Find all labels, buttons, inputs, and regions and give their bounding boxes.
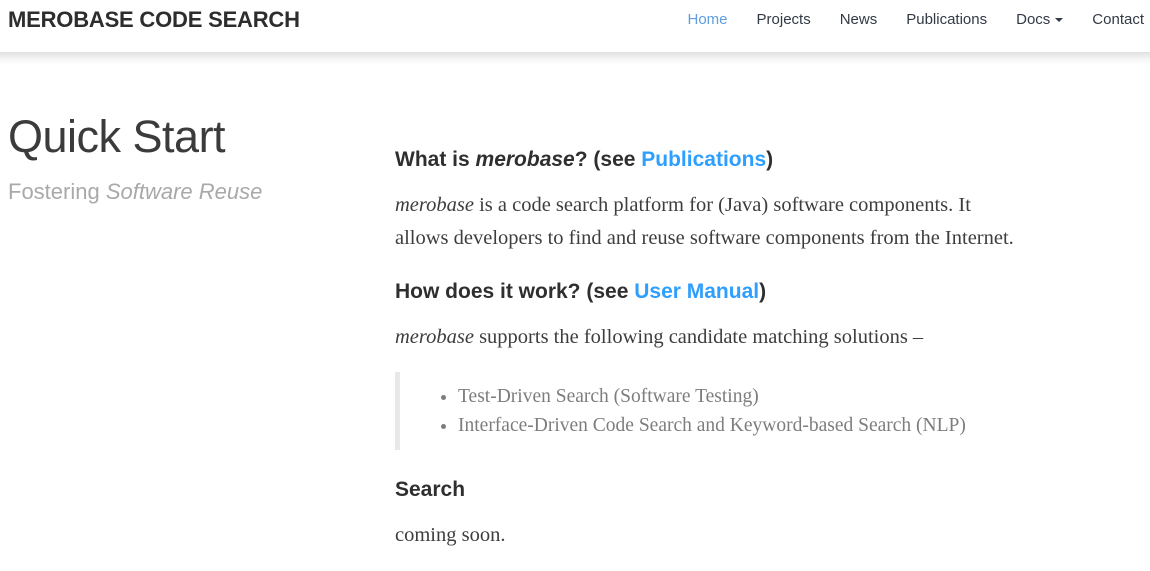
heading-text: ) bbox=[766, 148, 774, 171]
nav-docs-dropdown[interactable]: Docs bbox=[1016, 10, 1064, 30]
page-tagline: Fostering Software Reuse bbox=[8, 178, 395, 206]
how-it-works-paragraph: merobase supports the following candidat… bbox=[395, 321, 1148, 354]
heading-text: ) bbox=[759, 280, 767, 303]
main-nav: Home Projects News Publications Docs Con… bbox=[659, 7, 1145, 30]
brand-title[interactable]: MEROBASE CODE SEARCH bbox=[8, 7, 300, 33]
tagline-emphasis: Software Reuse bbox=[105, 178, 263, 204]
nav-contact[interactable]: Contact bbox=[1092, 10, 1144, 30]
top-navbar: MEROBASE CODE SEARCH Home Projects News … bbox=[0, 0, 1150, 52]
heading-emphasis: merobase bbox=[475, 148, 575, 171]
page-title: Quick Start bbox=[8, 111, 226, 162]
left-column: Quick Start Fostering Software Reuse bbox=[8, 111, 395, 552]
paragraph-text: allows developers to find and reuse soft… bbox=[395, 227, 1014, 249]
caret-down-icon bbox=[1055, 18, 1064, 22]
heading-text: ? (see bbox=[574, 148, 642, 171]
nav-projects[interactable]: Projects bbox=[757, 10, 811, 30]
nav-news[interactable]: News bbox=[840, 10, 878, 30]
coming-soon-text: coming soon. bbox=[395, 524, 506, 546]
search-heading: Search bbox=[395, 478, 466, 501]
list-item: Interface-Driven Code Search and Keyword… bbox=[458, 411, 1128, 440]
what-is-heading: What is merobase? (see Publications) bbox=[395, 147, 1148, 173]
merobase-emphasis: merobase bbox=[395, 326, 474, 348]
matching-solutions-quote: Test-Driven Search (Software Testing) In… bbox=[395, 372, 1148, 450]
right-column: What is merobase? (see Publications) mer… bbox=[395, 113, 1150, 552]
heading-text: What is bbox=[395, 148, 476, 171]
page-content: Quick Start Fostering Software Reuse Wha… bbox=[0, 65, 1150, 552]
merobase-emphasis: merobase bbox=[395, 194, 474, 216]
nav-home[interactable]: Home bbox=[688, 10, 728, 30]
publications-link[interactable]: Publications bbox=[641, 148, 766, 171]
paragraph-text: is a code search platform for (Java) sof… bbox=[473, 194, 971, 216]
nav-publications[interactable]: Publications bbox=[906, 10, 987, 30]
how-it-works-heading: How does it work? (see User Manual) bbox=[395, 279, 1148, 305]
what-is-paragraph: merobase is a code search platform for (… bbox=[395, 189, 1148, 255]
list-item: Test-Driven Search (Software Testing) bbox=[458, 382, 1128, 411]
heading-text: How does it work? (see bbox=[395, 280, 635, 303]
matching-solutions-list: Test-Driven Search (Software Testing) In… bbox=[420, 382, 1128, 440]
header-divider bbox=[0, 52, 1150, 65]
user-manual-link[interactable]: User Manual bbox=[634, 280, 759, 303]
paragraph-text: supports the following candidate matchin… bbox=[473, 326, 924, 348]
nav-docs-label: Docs bbox=[1016, 11, 1051, 28]
tagline-prefix: Fostering bbox=[8, 178, 106, 204]
